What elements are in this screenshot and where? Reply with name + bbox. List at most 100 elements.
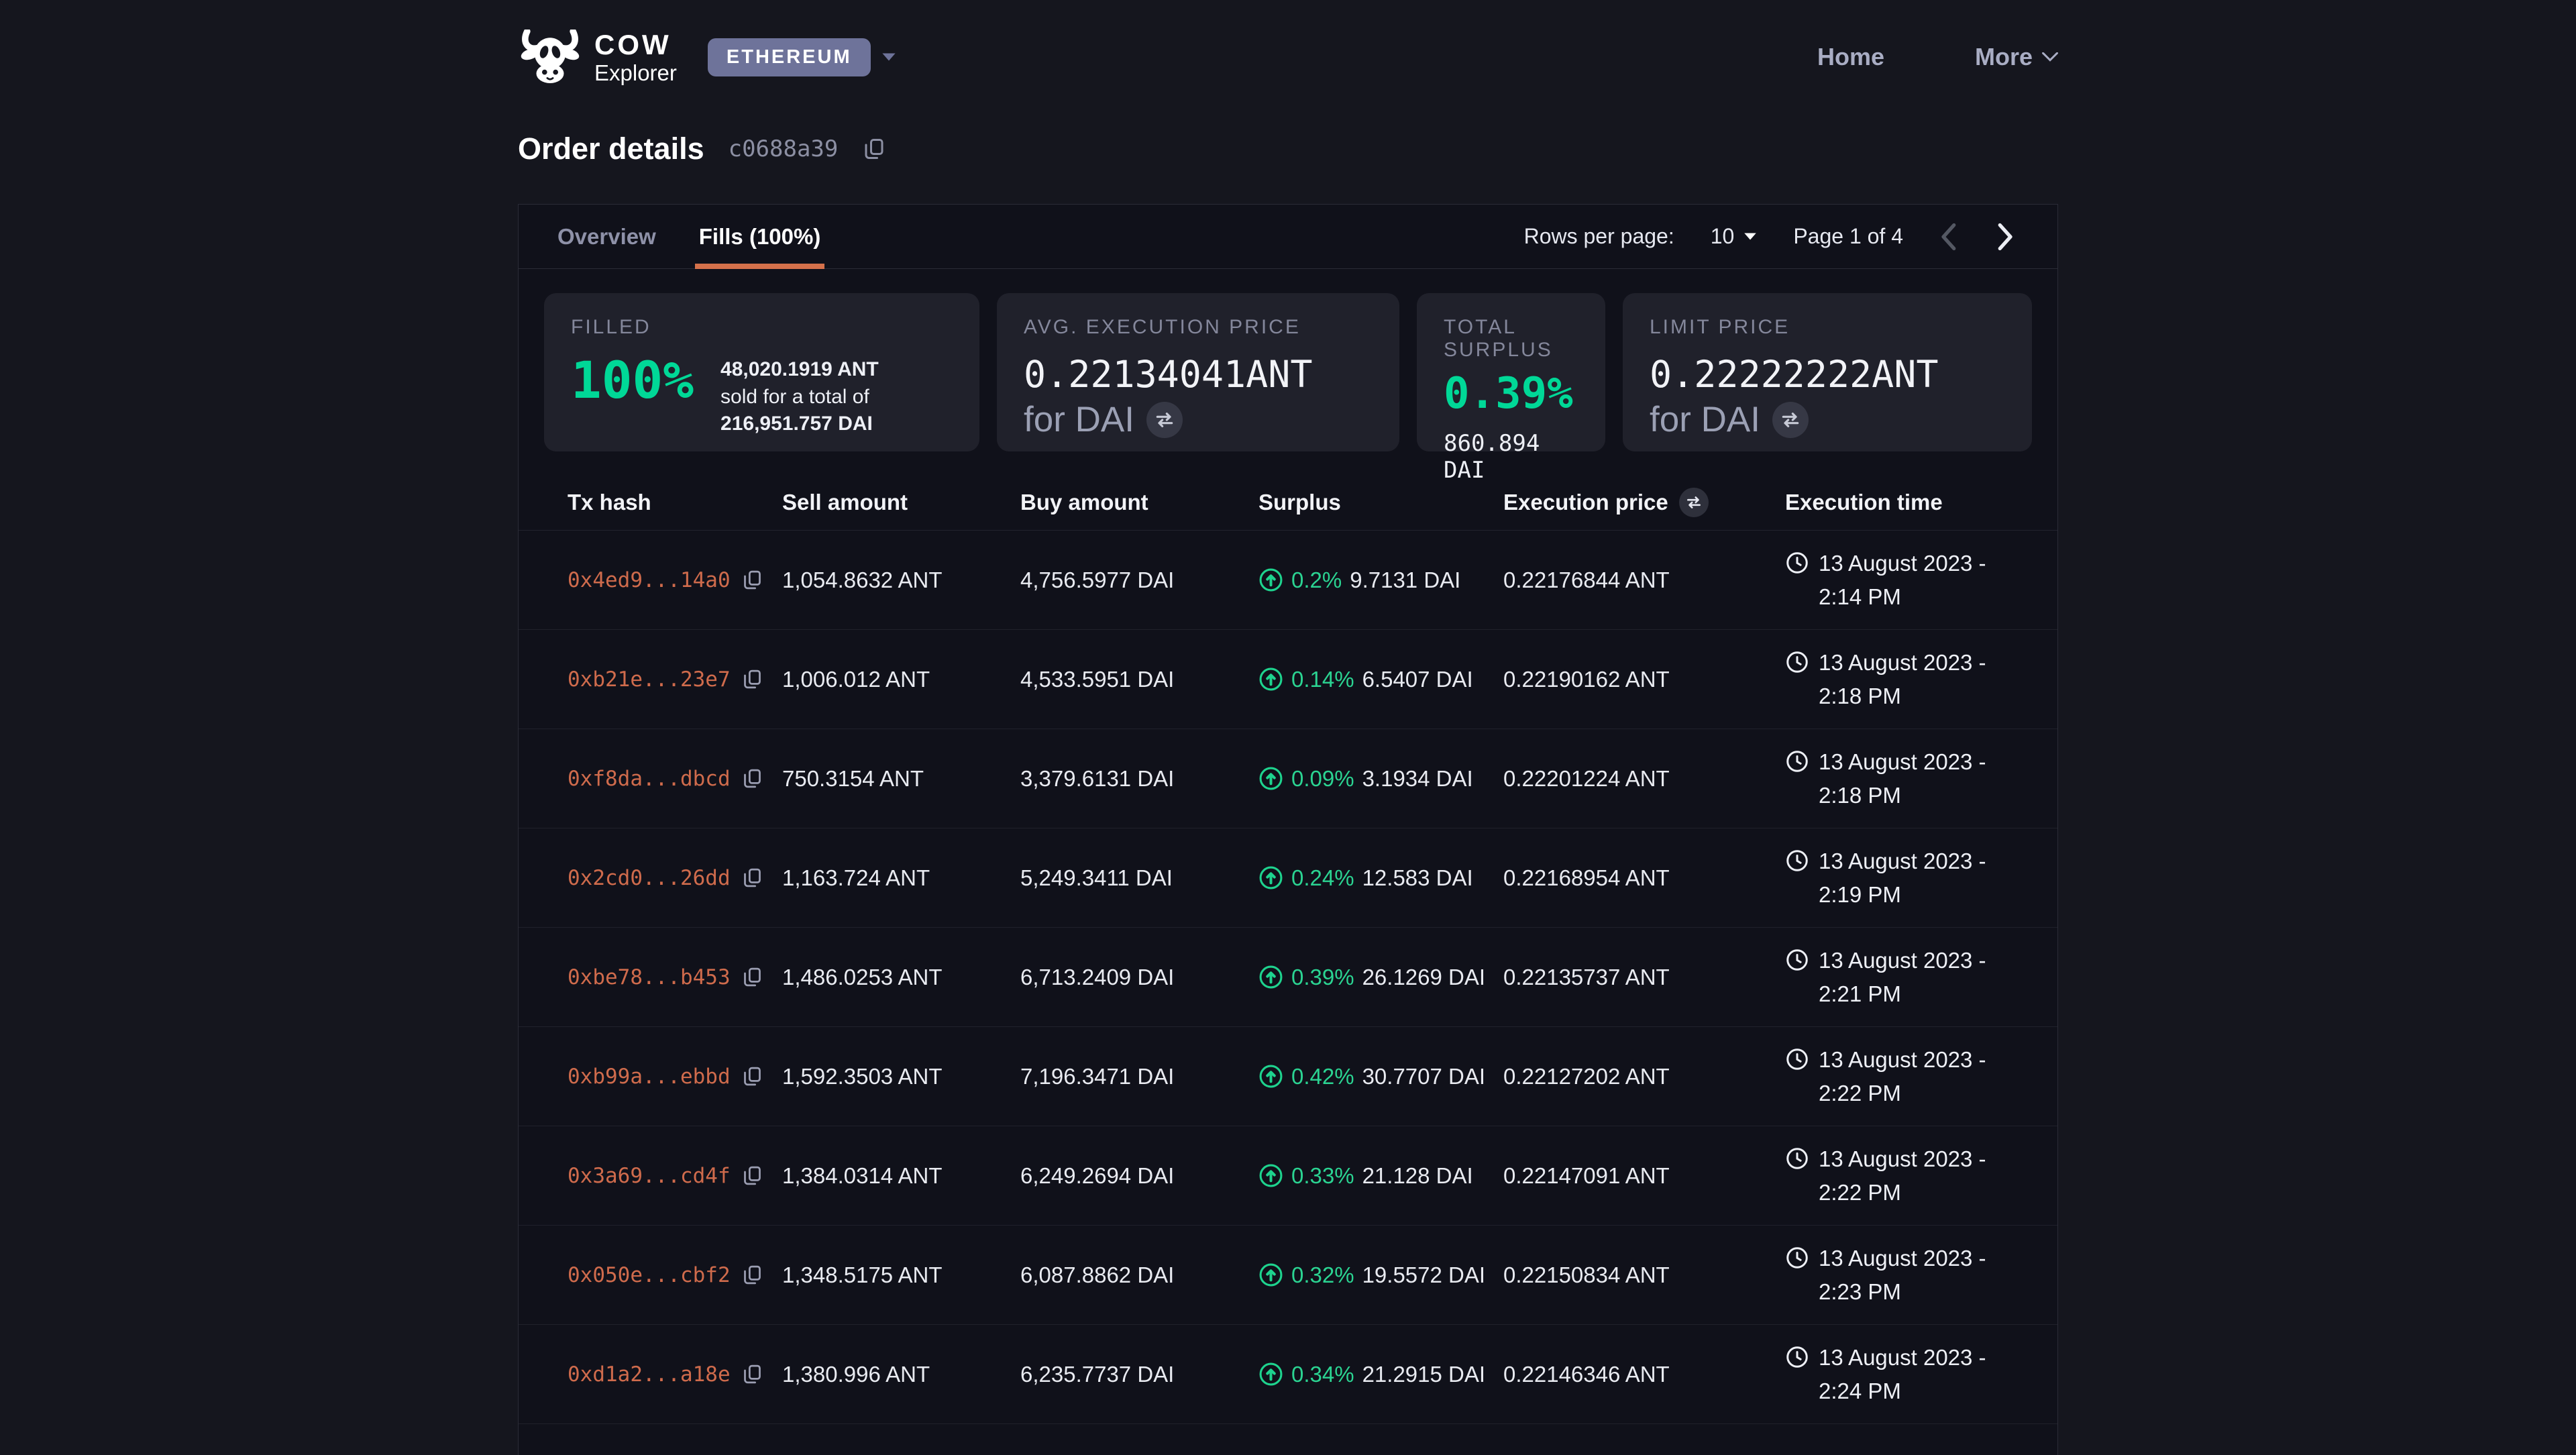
copy-order-id-button[interactable] (862, 137, 886, 161)
execution-price-cell: 0.22127202 ANT (1503, 1064, 1785, 1089)
copy-tx-hash-button[interactable] (741, 867, 763, 889)
sell-amount-cell: 1,348.5175 ANT (782, 1262, 1020, 1288)
brand-name: COW (594, 31, 677, 59)
filled-detail: 48,020.1919 ANT sold for a total of 216,… (720, 355, 953, 438)
tx-hash-link[interactable]: 0xd1a2...a18e (568, 1362, 731, 1387)
limit-price-label: LIMIT PRICE (1650, 316, 2005, 339)
surplus-percent: 0.14% (1291, 667, 1354, 692)
tx-hash-link[interactable]: 0x3a69...cd4f (568, 1164, 731, 1188)
buy-amount-cell: 3,379.6131 DAI (1020, 766, 1258, 792)
tx-hash-cell: 0xb21e...23e7 (568, 667, 782, 692)
tx-hash-cell: 0xf8da...dbcd (568, 767, 782, 791)
brand-wordmark[interactable]: COW Explorer (594, 31, 677, 84)
clock-icon (1785, 749, 1809, 773)
execution-price-cell: 0.22150834 ANT (1503, 1262, 1785, 1288)
tx-hash-cell: 0xbe78...b453 (568, 965, 782, 989)
order-id: c0688a39 (729, 136, 839, 162)
tx-hash-link[interactable]: 0xf8da...dbcd (568, 767, 731, 791)
surplus-up-arrow-icon (1258, 1064, 1283, 1089)
execution-time-text: 13 August 2023 - 2:19 PM (1819, 845, 2020, 911)
copy-tx-hash-button[interactable] (741, 1363, 763, 1385)
copy-tx-hash-button[interactable] (741, 1165, 763, 1187)
surplus-amount: 21.128 DAI (1362, 1163, 1473, 1189)
table-row: 0x4ed9...14a0 1,054.8632 ANT 4,756.5977 … (519, 531, 2057, 630)
execution-price-header-label: Execution price (1503, 490, 1668, 515)
copy-icon (741, 569, 763, 591)
surplus-amount: 3.1934 DAI (1362, 766, 1473, 792)
network-caret-down-icon[interactable] (881, 52, 896, 62)
nav-home[interactable]: Home (1817, 43, 1884, 71)
avg-price-unit: for DAI (1024, 399, 1134, 440)
fills-table: Tx hash Sell amount Buy amount Surplus E… (519, 474, 2057, 1424)
surplus-cell: 0.09% 3.1934 DAI (1258, 766, 1503, 792)
execution-price-cell: 0.22146346 ANT (1503, 1362, 1785, 1387)
tab-fills-label: Fills (100%) (699, 224, 821, 250)
surplus-up-arrow-icon (1258, 568, 1283, 592)
cow-explorer-logo[interactable] (518, 30, 582, 85)
column-header-execution-price: Execution price (1503, 488, 1785, 517)
tx-hash-link[interactable]: 0x4ed9...14a0 (568, 568, 731, 592)
swap-arrows-icon (1780, 409, 1801, 431)
tab-overview[interactable]: Overview (557, 205, 656, 268)
copy-tx-hash-button[interactable] (741, 1065, 763, 1087)
execution-price-cell: 0.22201224 ANT (1503, 766, 1785, 792)
table-controls: Rows per page: 10 Page 1 of 4 (1524, 205, 2019, 268)
surplus-up-arrow-icon (1258, 965, 1283, 989)
buy-amount-cell: 6,087.8862 DAI (1020, 1262, 1258, 1288)
tx-hash-link[interactable]: 0xb99a...ebbd (568, 1065, 731, 1089)
rows-per-page-select[interactable]: 10 (1707, 223, 1762, 250)
execution-time-text: 13 August 2023 - 2:14 PM (1819, 547, 2020, 613)
execution-price-cell: 0.22176844 ANT (1503, 568, 1785, 593)
nav-home-label: Home (1817, 43, 1884, 71)
copy-tx-hash-button[interactable] (741, 767, 763, 790)
sell-amount-cell: 1,380.996 ANT (782, 1362, 1020, 1387)
surplus-cell: 0.42% 30.7707 DAI (1258, 1064, 1503, 1089)
avg-price-value: 0.22134041ANT (1024, 352, 1373, 396)
cow-logo-icon (518, 30, 582, 85)
buy-amount-cell: 7,196.3471 DAI (1020, 1064, 1258, 1089)
tx-hash-link[interactable]: 0x050e...cbf2 (568, 1263, 731, 1287)
surplus-amount: 9.7131 DAI (1350, 568, 1460, 593)
network-selector-chip[interactable]: ETHEREUM (708, 38, 871, 76)
invert-limit-price-button[interactable] (1772, 402, 1809, 438)
copy-icon (741, 867, 763, 889)
copy-tx-hash-button[interactable] (741, 966, 763, 988)
copy-tx-hash-button[interactable] (741, 668, 763, 690)
sell-amount-cell: 1,592.3503 ANT (782, 1064, 1020, 1089)
execution-time-text: 13 August 2023 - 2:18 PM (1819, 646, 2020, 712)
clock-icon (1785, 551, 1809, 575)
copy-tx-hash-button[interactable] (741, 1264, 763, 1286)
surplus-cell: 0.33% 21.128 DAI (1258, 1163, 1503, 1189)
avg-price-label: AVG. EXECUTION PRICE (1024, 316, 1373, 339)
copy-icon (741, 1264, 763, 1286)
tx-hash-link[interactable]: 0xbe78...b453 (568, 965, 731, 989)
total-surplus-amount: 860.894 DAI (1444, 430, 1578, 484)
tx-hash-link[interactable]: 0xb21e...23e7 (568, 667, 731, 692)
page-indicator: Page 1 of 4 (1793, 224, 1903, 249)
prev-page-button[interactable] (1935, 223, 1961, 251)
copy-icon (741, 767, 763, 790)
next-page-button[interactable] (1993, 223, 2019, 251)
invert-price-button[interactable] (1146, 402, 1183, 438)
copy-icon (741, 966, 763, 988)
execution-time-cell: 13 August 2023 - 2:24 PM (1785, 1341, 2031, 1407)
surplus-amount: 12.583 DAI (1362, 865, 1473, 891)
table-row: 0xb99a...ebbd 1,592.3503 ANT 7,196.3471 … (519, 1027, 2057, 1126)
tx-hash-link[interactable]: 0x2cd0...26dd (568, 866, 731, 890)
surplus-up-arrow-icon (1258, 766, 1283, 791)
swap-arrows-icon (1154, 409, 1175, 431)
tab-fills[interactable]: Fills (100%) (699, 205, 821, 268)
order-panel: Overview Fills (100%) Rows per page: 10 … (518, 204, 2058, 1455)
select-caret-icon (1743, 232, 1757, 241)
copy-tx-hash-button[interactable] (741, 569, 763, 591)
execution-time-text: 13 August 2023 - 2:24 PM (1819, 1341, 2020, 1407)
top-bar: COW Explorer ETHEREUM Home More (518, 0, 2058, 114)
summary-cards: FILLED 100% 48,020.1919 ANT sold for a t… (519, 269, 2057, 451)
surplus-up-arrow-icon (1258, 1362, 1283, 1387)
surplus-amount: 19.5572 DAI (1362, 1262, 1485, 1288)
clock-icon (1785, 650, 1809, 674)
surplus-percent: 0.32% (1291, 1262, 1354, 1288)
invert-execution-price-button[interactable] (1679, 488, 1709, 517)
limit-price-card: LIMIT PRICE 0.22222222ANT for DAI (1623, 293, 2032, 451)
nav-more[interactable]: More (1975, 43, 2058, 71)
